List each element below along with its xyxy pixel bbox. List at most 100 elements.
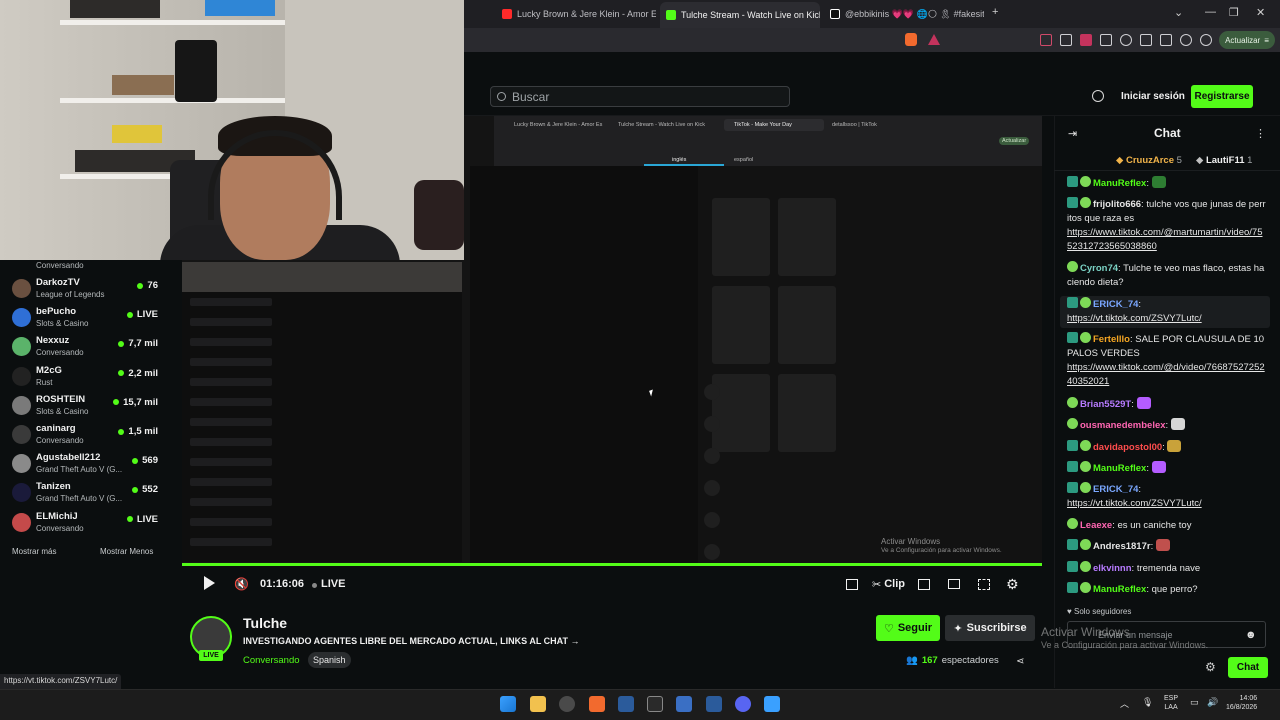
clip-button[interactable]: ✂ Clip — [872, 578, 905, 591]
chat-username[interactable]: Cyron74 — [1080, 263, 1118, 274]
follow-button[interactable]: ♡ Seguir — [876, 615, 940, 641]
extensions-puzzle-icon[interactable] — [1100, 34, 1112, 46]
maximize-icon[interactable]: ❐ — [1229, 6, 1239, 19]
chat-link[interactable]: https://www.tiktok.com/@martumartin/vide… — [1067, 227, 1263, 252]
clock[interactable]: 14:06 16/8/2026 — [1226, 694, 1257, 712]
heart-icon: ♡ — [883, 622, 894, 635]
sidebar-icon[interactable] — [1140, 34, 1152, 46]
channel-name: Nexxuz — [36, 335, 70, 347]
pip-icon[interactable] — [918, 579, 930, 590]
tray-chevron-icon[interactable]: ︿ — [1120, 697, 1129, 710]
input-language[interactable]: ESP LAA — [1164, 694, 1178, 712]
app-icon[interactable] — [676, 696, 692, 712]
chat-username[interactable]: elkvinnn — [1093, 563, 1132, 574]
captured-lang-tab: español — [734, 157, 754, 163]
app-icon[interactable] — [559, 696, 575, 712]
chat-overlay-icon[interactable] — [948, 579, 960, 589]
chat-username[interactable]: ousmanedembelex — [1080, 420, 1166, 431]
update-button[interactable]: Actualizar ≡ — [1219, 31, 1275, 49]
app-icon[interactable] — [618, 696, 634, 712]
windows-start-icon[interactable] — [500, 696, 516, 712]
search-placeholder: Buscar — [512, 89, 550, 104]
live-indicator[interactable]: LIVE — [321, 578, 345, 590]
file-explorer-icon[interactable] — [530, 696, 546, 712]
login-button[interactable]: Iniciar sesión — [1121, 91, 1185, 102]
sidebar-channel-caninarg[interactable]: caninarg Conversando 1,5 mil — [0, 421, 168, 450]
chat-username[interactable]: ERICK_74 — [1093, 299, 1138, 310]
chat-username[interactable]: ManuReflex — [1093, 463, 1146, 474]
volume-icon[interactable]: 🔊 — [1207, 697, 1218, 708]
sidebar-channel-elmichij[interactable]: ELMichiJ Conversando LIVE — [0, 509, 168, 538]
emote-picker-icon[interactable]: ☻ — [1245, 629, 1257, 641]
brave-shield-icon[interactable] — [905, 33, 917, 46]
sidebar-channel-nexxuz[interactable]: Nexxuz Conversando 7,7 mil — [0, 333, 168, 362]
extension-icon[interactable] — [1060, 34, 1072, 46]
chat-link[interactable]: https://vt.tiktok.com/ZSVY7Lutc/ — [1067, 498, 1202, 509]
top-gifter[interactable]: ◆ CruuzArce 5 — [1116, 155, 1182, 166]
chat-username[interactable]: ERICK_74 — [1093, 484, 1138, 495]
subscribe-button[interactable]: ✦ Suscribirse — [945, 615, 1035, 641]
sidebar-channel-m2cg[interactable]: M2cG Rust 2,2 mil — [0, 363, 168, 392]
theater-mode-icon[interactable] — [846, 579, 858, 590]
chat-send-button[interactable]: Chat — [1228, 657, 1268, 678]
close-window-icon[interactable]: ✕ — [1256, 6, 1265, 19]
tab-search-icon[interactable]: ⌄ — [1174, 6, 1183, 19]
fullscreen-icon[interactable] — [978, 579, 990, 590]
channel-viewers: LIVE — [126, 309, 158, 320]
discord-icon[interactable] — [735, 696, 751, 712]
share-icon[interactable]: ⋖ — [1016, 656, 1024, 667]
chat-message: ManuReflex: que perro? — [1067, 582, 1267, 597]
chat-username[interactable]: Brian5529T — [1080, 399, 1131, 410]
new-tab-button[interactable]: + — [992, 6, 998, 18]
register-button[interactable]: Registrarse — [1191, 85, 1253, 108]
sidebar-channel-tanizen[interactable]: Tanizen Grand Theft Auto V (G... 552 — [0, 479, 168, 508]
sidebar-channel-agustabell212[interactable]: Agustabell212 Grand Theft Auto V (G... 569 — [0, 450, 168, 479]
browser-tab-kick[interactable]: Tulche Stream - Watch Live on Kick ✕ — [660, 2, 820, 28]
browser-tab-youtube[interactable]: Lucky Brown & Jere Klein - Amor Esc — [496, 4, 656, 24]
extension-icon[interactable] — [1080, 34, 1092, 46]
chat-username[interactable]: Andres1817r — [1093, 541, 1151, 552]
streamer-name[interactable]: Tulche — [243, 615, 287, 631]
browser-tab-tiktok[interactable]: @ebbikinis 💗💗 🌐🌕 🎗 #fakesitu — [824, 4, 984, 24]
settings-gear-icon[interactable]: ⚙ — [1006, 576, 1019, 593]
network-icon[interactable]: ▭ — [1190, 697, 1199, 708]
collapse-chat-icon[interactable]: ⇥ — [1068, 127, 1077, 140]
extension-icon[interactable] — [1040, 34, 1052, 46]
sidebar-channel-bepucho[interactable]: bePucho Slots & Casino LIVE — [0, 304, 168, 333]
sidebar-channel-roshtein[interactable]: ROSHTEIN Slots & Casino 15,7 mil — [0, 392, 168, 421]
stream-category[interactable]: Conversando — [243, 655, 300, 666]
volume-muted-icon[interactable]: 🔇 — [234, 577, 249, 591]
captured-tab: Tulche Stream - Watch Live on Kick — [618, 122, 706, 128]
top-gifter[interactable]: ◆ LautiF11 1 — [1196, 155, 1252, 166]
chat-username[interactable]: Leaexe — [1080, 520, 1112, 531]
chat-username[interactable]: ManuReflex — [1093, 584, 1146, 595]
globe-icon[interactable] — [1092, 90, 1104, 102]
brave-browser-icon[interactable] — [589, 696, 605, 712]
notepad-icon[interactable] — [764, 696, 780, 712]
chat-settings-icon[interactable]: ⚙ — [1205, 660, 1216, 674]
leo-icon[interactable] — [1180, 34, 1192, 46]
terminal-icon[interactable] — [647, 696, 663, 712]
play-icon[interactable] — [204, 576, 215, 590]
chat-link[interactable]: https://vt.tiktok.com/ZSVY7Lutc/ — [1067, 313, 1202, 324]
wallet-icon[interactable] — [1160, 34, 1172, 46]
minimize-icon[interactable]: — — [1205, 6, 1216, 18]
sidebar-channel-darkoztv[interactable]: DarkozTV League of Legends 76 — [0, 275, 168, 304]
chat-username[interactable]: Fertelllo — [1093, 334, 1130, 345]
show-less-link[interactable]: Mostrar Menos — [100, 547, 153, 556]
brave-rewards-icon[interactable] — [928, 34, 940, 45]
chat-username[interactable]: frijolito666 — [1093, 199, 1141, 210]
microphone-icon[interactable]: 🎙 — [1142, 697, 1153, 708]
vpn-icon[interactable] — [1200, 34, 1212, 46]
chat-username[interactable]: ManuReflex — [1093, 178, 1146, 189]
chat-users-icon[interactable]: ⋮ — [1255, 127, 1266, 140]
chat-username[interactable]: davidapostol00 — [1093, 442, 1162, 453]
app-icon[interactable] — [706, 696, 722, 712]
language-tag[interactable]: Spanish — [308, 652, 351, 668]
show-more-link[interactable]: Mostrar más — [12, 547, 56, 556]
search-input[interactable]: Buscar — [490, 86, 790, 107]
chat-link[interactable]: https://www.tiktok.com/@d/video/76687527… — [1067, 362, 1265, 387]
channel-category: Grand Theft Auto V (G... — [36, 494, 123, 504]
media-icon[interactable] — [1120, 34, 1132, 46]
chat-text: es un caniche toy — [1117, 520, 1192, 531]
